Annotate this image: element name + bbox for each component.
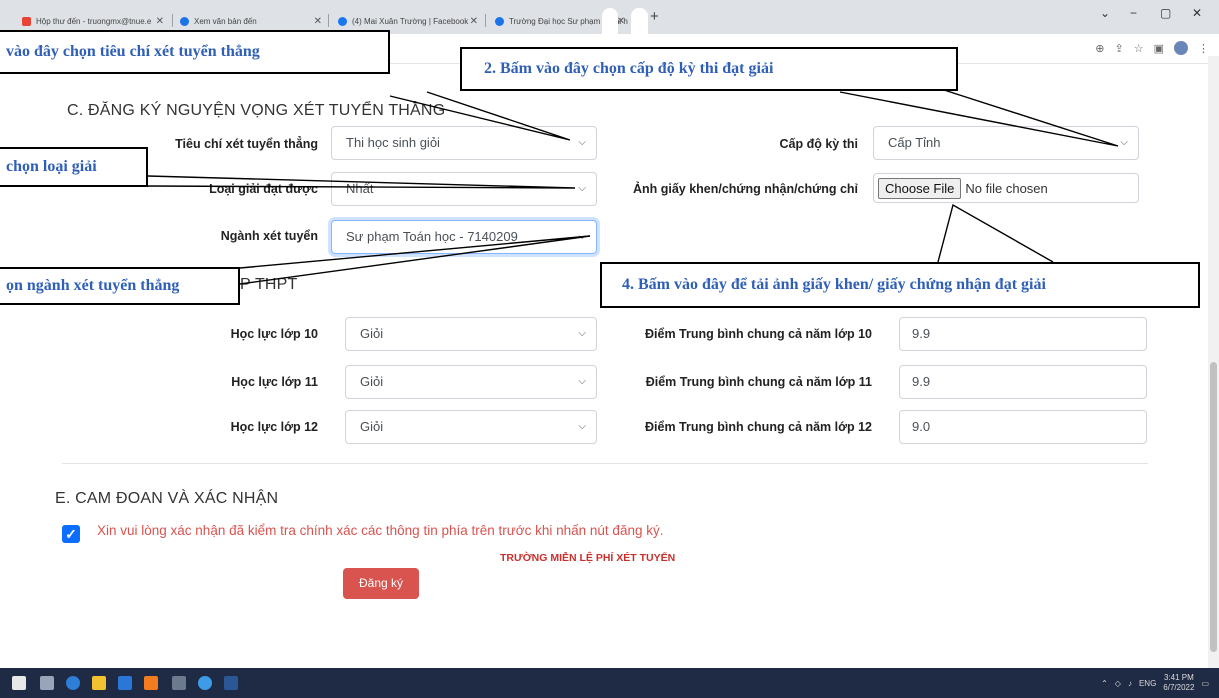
callout-criteria: vào đây chọn tiêu chí xét tuyển thẳng [0, 30, 390, 74]
edge-icon[interactable] [66, 676, 80, 690]
chrome-icon [495, 16, 504, 26]
prize-value: Nhất [346, 181, 374, 196]
app-icon[interactable] [172, 676, 186, 690]
close-icon[interactable]: ✕ [314, 16, 322, 27]
gmail-icon [22, 16, 31, 26]
section-d-title: P THPT [240, 276, 298, 293]
score12-input[interactable]: 9.0 [899, 410, 1147, 444]
certificate-file-input[interactable]: Choose File No file chosen [873, 173, 1139, 203]
chrome-icon[interactable] [198, 676, 212, 690]
major-select[interactable]: Sư phạm Toán học - 7140209 ⌵ [331, 220, 597, 254]
confirm-text: Xin vui lòng xác nhận đã kiểm tra chính … [97, 523, 664, 538]
share-icon[interactable]: ⇪ [1115, 42, 1124, 55]
prize-label: Loại giải đạt được [209, 182, 318, 196]
close-window-button[interactable]: ✕ [1192, 6, 1202, 20]
taskbar: ⌃ ◇ ♪ ENG 3:41 PM 6/7/2022 ▭ [0, 668, 1219, 698]
callout-prize: chọn loại giải [0, 147, 148, 187]
score11-label: Điểm Trung bình chung cả năm lớp 11 [645, 375, 872, 389]
choose-file-button[interactable]: Choose File [878, 177, 962, 199]
chevron-down-icon: ⌵ [578, 328, 586, 339]
callout-major: ọn ngành xét tuyển thẳng [0, 267, 240, 305]
chevron-down-icon: ⌵ [1120, 137, 1128, 148]
zoom-icon[interactable]: ⊕ [1095, 42, 1104, 55]
minimize-button[interactable]: − [1130, 6, 1137, 20]
chevron-down-icon: ⌵ [578, 421, 586, 432]
major-value: Sư phạm Toán học - 7140209 [346, 229, 518, 244]
score10-label: Điểm Trung bình chung cả năm lớp 10 [645, 327, 872, 341]
grade12-label: Học lực lớp 12 [230, 420, 318, 434]
criteria-value: Thi học sinh giỏi [346, 135, 440, 150]
grade12-select[interactable]: Giỏi ⌵ [345, 410, 597, 444]
score11-input[interactable]: 9.9 [899, 365, 1147, 399]
certificate-label: Ảnh giấy khen/chứng nhận/chứng chỉ [632, 182, 858, 196]
clock-date: 6/7/2022 [1163, 683, 1195, 692]
chevron-down-icon: ⌵ [578, 376, 586, 387]
app-icon[interactable] [144, 676, 158, 690]
facebook-icon [338, 16, 347, 26]
grade11-select[interactable]: Giỏi ⌵ [345, 365, 597, 399]
language-indicator[interactable]: ENG [1139, 679, 1156, 688]
grade10-select[interactable]: Giỏi ⌵ [345, 317, 597, 351]
task-view-icon[interactable] [40, 676, 54, 690]
profile-avatar[interactable] [1174, 41, 1188, 55]
tab-label: Hộp thư đến - truongmx@tnue.e [36, 16, 152, 26]
criteria-label: Tiêu chí xét tuyển thẳng [175, 137, 318, 151]
check-icon: ✓ [65, 526, 77, 542]
chrome-icon [180, 16, 189, 26]
notification-icon[interactable]: ▭ [1201, 679, 1209, 688]
clock[interactable]: 3:41 PM 6/7/2022 [1163, 673, 1194, 693]
chevron-down-icon: ⌵ [578, 231, 586, 242]
store-icon[interactable] [118, 676, 132, 690]
level-select[interactable]: Cấp Tỉnh ⌵ [873, 126, 1139, 160]
side-panel-icon[interactable]: ▣ [1154, 42, 1164, 55]
section-c-title: C. ĐĂNG KÝ NGUYỆN VỌNG XÉT TUYỂN THẲNG [67, 102, 446, 119]
tab-search-icon[interactable]: ⌄ [1100, 6, 1110, 20]
clock-time: 3:41 PM [1163, 673, 1194, 682]
menu-kebab-icon[interactable]: ⋮ [1198, 42, 1209, 55]
volume-icon[interactable]: ♪ [1128, 679, 1132, 688]
callout-upload: 4. Bấm vào đây để tải ảnh giấy khen/ giấ… [600, 262, 1200, 308]
grade10-value: Giỏi [360, 326, 384, 341]
chevron-down-icon: ⌵ [578, 137, 586, 148]
grade11-label: Học lực lớp 11 [231, 375, 318, 389]
file-explorer-icon[interactable] [92, 676, 106, 690]
section-e-title: E. CAM ĐOAN VÀ XÁC NHẬN [55, 490, 279, 507]
prize-select[interactable]: Nhất ⌵ [331, 172, 597, 206]
grade10-label: Học lực lớp 10 [230, 327, 318, 341]
close-icon[interactable]: ✕ [470, 16, 478, 27]
close-icon[interactable]: ✕ [156, 16, 164, 27]
level-label: Cấp độ kỳ thi [779, 137, 858, 151]
grade12-value: Giỏi [360, 419, 384, 434]
register-button[interactable]: Đăng ký [343, 568, 419, 599]
fee-notice: TRƯỜNG MIỄN LỆ PHÍ XÉT TUYỂN [500, 552, 676, 564]
system-tray: ⌃ ◇ ♪ ENG 3:41 PM 6/7/2022 ▭ [1101, 673, 1209, 693]
callout-level: 2. Bấm vào đây chọn cấp độ kỳ thi đạt gi… [460, 47, 958, 91]
network-icon[interactable]: ◇ [1115, 679, 1121, 688]
divider [62, 463, 1148, 464]
criteria-select[interactable]: Thi học sinh giỏi ⌵ [331, 126, 597, 160]
chevron-up-icon[interactable]: ⌃ [1101, 679, 1108, 688]
windows-start-icon[interactable] [12, 676, 26, 690]
level-value: Cấp Tỉnh [888, 135, 941, 150]
screen: Hộp thư đến - truongmx@tnue.e ✕ Xem văn … [0, 0, 1219, 698]
browser-tab-bar: Hộp thư đến - truongmx@tnue.e ✕ Xem văn … [0, 0, 1219, 34]
maximize-button[interactable]: ▢ [1160, 6, 1171, 20]
tab-label: (4) Mai Xuân Trường | Facebook [352, 16, 469, 26]
tab-label: Xem văn bản đến [194, 16, 257, 26]
scrollbar-thumb[interactable] [1210, 362, 1217, 652]
word-icon[interactable] [224, 676, 238, 690]
grade11-value: Giỏi [360, 374, 384, 389]
major-label: Ngành xét tuyển [220, 229, 318, 243]
bookmark-star-icon[interactable]: ☆ [1134, 42, 1144, 55]
score10-input[interactable]: 9.9 [899, 317, 1147, 351]
file-status: No file chosen [965, 180, 1048, 196]
new-tab-button[interactable]: + [650, 8, 659, 25]
chevron-down-icon: ⌵ [578, 183, 586, 194]
toolbar-icons: ⊕ ⇪ ☆ ▣ ⋮ [1095, 41, 1209, 55]
score12-label: Điểm Trung bình chung cả năm lớp 12 [645, 420, 872, 434]
confirm-checkbox[interactable]: ✓ [62, 525, 80, 543]
